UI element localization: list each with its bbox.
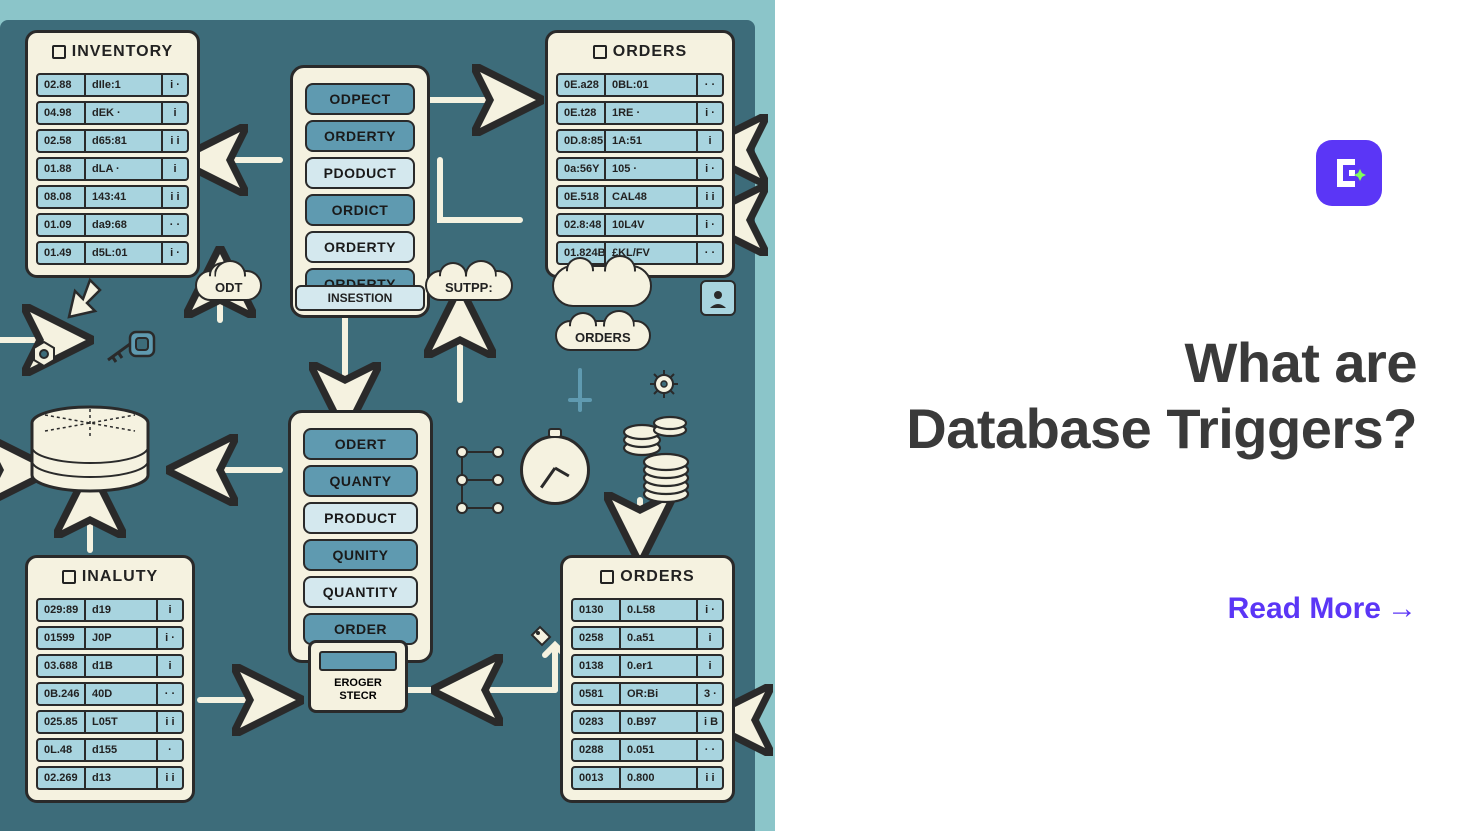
content-panel: What are Database Triggers? Read More → <box>775 0 1477 831</box>
field-pill: ORDERTY <box>305 120 415 152</box>
field-pill: QUANTY <box>303 465 418 497</box>
field-stack-top: ODPECTORDERTYPDODUCTORDICTORDERTYORDERTY <box>290 65 430 318</box>
table-row: 0581OR:Bi3 · <box>571 682 724 706</box>
field-pill: QUNITY <box>303 539 418 571</box>
read-more-link[interactable]: Read More → <box>815 592 1417 626</box>
trigger-device: EROGER STECR <box>308 640 408 713</box>
cloud-sutpp: SUTPP: <box>425 270 513 301</box>
table-orders-bottom: ORDERS 01300.L58i · 02580.a51i 01380.er1i 0… <box>560 555 735 803</box>
table-row: 025.85L05Ti i <box>36 710 184 734</box>
device-label: EROGER STECR <box>319 677 397 702</box>
table-row: 0B.24640D· · <box>36 682 184 706</box>
table-row: 0a:56Y105 ·i · <box>556 157 724 181</box>
user-icon <box>700 280 736 316</box>
table-row: 029:89d19i <box>36 598 184 622</box>
table-row: 02.58d65:81i i <box>36 129 189 153</box>
table-row: 0D.8:851A:51i <box>556 129 724 153</box>
coins-icon <box>620 410 690 500</box>
table-inventory: INVENTORY 02.88dIle:1i · 04.98dEK ·i 02.58… <box>25 30 200 278</box>
table-title: ORDERS <box>554 39 726 69</box>
title-line-1: What are <box>1185 331 1418 394</box>
down-arrow-icon <box>55 275 105 325</box>
table-row: 01599J0Pi · <box>36 626 184 650</box>
table-orders-top: ORDERS 0E.a280BL:01· · 0E.t281RE ·i · 0D.8… <box>545 30 735 278</box>
table-row: 0L.48d155· <box>36 738 184 762</box>
cloud-odt: ODT <box>195 270 262 301</box>
table-row: 02.88dIle:1i · <box>36 73 189 97</box>
table-row: 01.88dLA ·i <box>36 157 189 181</box>
diagram-panel: INVENTORY 02.88dIle:1i · 04.98dEK ·i 02.58… <box>0 0 775 831</box>
table-row: 00130.800i i <box>571 766 724 790</box>
network-icon <box>450 440 510 520</box>
field-stack-bottom: ODERTQUANTYPRODUCTQUNITYQUANTITYORDER <box>288 410 433 663</box>
arrow-right-icon: → <box>1387 592 1417 626</box>
table-title: INVENTORY <box>34 39 191 69</box>
table-row: 08.08143:41i i <box>36 185 189 209</box>
table-title: INALUTY <box>34 564 186 594</box>
table-title: ORDERS <box>569 564 726 594</box>
table-row: 04.98dEK ·i <box>36 101 189 125</box>
cloud-blank <box>552 265 652 307</box>
clock-knob <box>548 428 562 438</box>
field-pill: ORDERTY <box>305 231 415 263</box>
cloud-orders: ORDERS <box>555 320 651 351</box>
table-row: 01300.L58i · <box>571 598 724 622</box>
table-row: 02.269d13i i <box>36 766 184 790</box>
table-row: 01.09da9:68· · <box>36 213 189 237</box>
label-insestion: INSESTION <box>295 285 425 311</box>
field-pill: ODPECT <box>305 83 415 115</box>
table-row: 02.8:4810L4Vi · <box>556 213 724 237</box>
table-row: 03.688d1Bi <box>36 654 184 678</box>
gear-icon <box>650 370 678 398</box>
table-row: 0E.518CAL48i i <box>556 185 724 209</box>
title-line-2: Database Triggers? <box>906 397 1417 460</box>
table-row: 0E.a280BL:01· · <box>556 73 724 97</box>
table-inaluty: INALUTY 029:89d19i 01599J0Pi · 03.688d1Bi 0… <box>25 555 195 803</box>
nut-icon <box>30 340 58 368</box>
table-row: 02580.a51i <box>571 626 724 650</box>
table-row: 01380.er1i <box>571 654 724 678</box>
tag-icon <box>530 625 552 647</box>
field-pill: ORDICT <box>305 194 415 226</box>
clock-icon <box>520 435 590 505</box>
key-icon <box>100 320 160 370</box>
read-more-label: Read More <box>1228 592 1381 626</box>
field-pill: PRODUCT <box>303 502 418 534</box>
table-row: 01.49d5L:01i · <box>36 241 189 265</box>
page-title: What are Database Triggers? <box>815 330 1417 462</box>
field-pill: PDODUCT <box>305 157 415 189</box>
table-row: 02830.B97i B <box>571 710 724 734</box>
table-row: 0E.t281RE ·i · <box>556 101 724 125</box>
table-row: 02880.051· · <box>571 738 724 762</box>
field-pill: QUANTITY <box>303 576 418 608</box>
field-pill: ODERT <box>303 428 418 460</box>
brand-logo <box>1316 140 1382 206</box>
database-cylinder-icon <box>25 405 155 495</box>
